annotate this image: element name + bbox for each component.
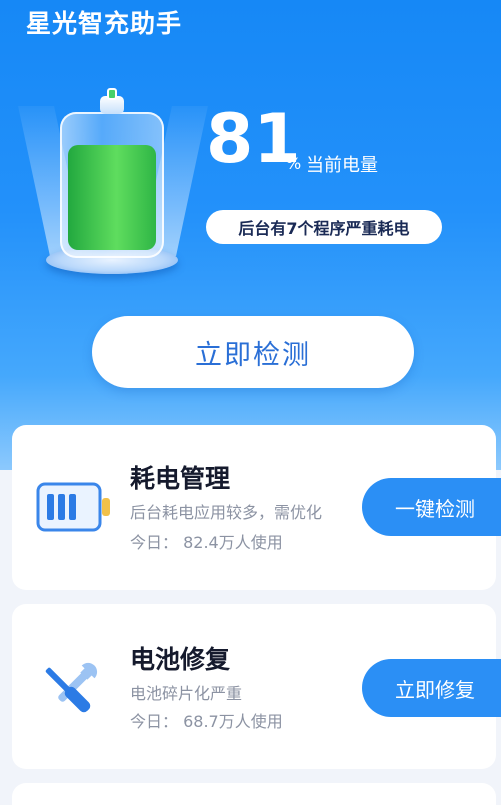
battery-level-fill <box>68 144 156 250</box>
usage-value: 68.7万人使用 <box>183 712 283 731</box>
hero-panel: 星光智充助手 81 % 当前电量 后台有7个程序严重耗电 立即检测 <box>0 0 501 470</box>
app-title: 星光智充助手 <box>26 9 183 38</box>
one-click-detect-button[interactable]: 一键检测 <box>362 478 501 536</box>
usage-value: 82.4万人使用 <box>183 533 283 552</box>
wrench-screwdriver-icon <box>36 658 102 728</box>
battery-icon <box>36 481 114 537</box>
power-management-card[interactable]: 耗电管理 后台耗电应用较多，需优化 今日： 82.4万人使用 一键检测 <box>12 425 501 590</box>
next-card-partial[interactable] <box>12 783 496 805</box>
card-usage-count: 今日： 82.4万人使用 <box>130 529 283 553</box>
card-usage-count: 今日： 68.7万人使用 <box>130 708 283 732</box>
usage-label: 今日： <box>130 712 179 731</box>
battery-repair-card[interactable]: 电池修复 电池碎片化严重 今日： 68.7万人使用 立即修复 <box>12 604 501 769</box>
card-description: 后台耗电应用较多，需优化 <box>130 503 323 522</box>
card-title: 耗电管理 <box>130 464 231 493</box>
battery-percent-caption: 当前电量 <box>306 155 378 176</box>
battery-terminal-icon <box>107 88 117 100</box>
card-title: 电池修复 <box>130 645 231 674</box>
card-description: 电池碎片化严重 <box>130 684 243 703</box>
repair-now-button[interactable]: 立即修复 <box>362 659 501 717</box>
usage-label: 今日： <box>130 533 179 552</box>
battery-illustration <box>18 86 208 286</box>
battery-percent-unit: % <box>286 154 302 173</box>
detect-now-button[interactable]: 立即检测 <box>92 316 414 388</box>
battery-shell <box>60 112 164 258</box>
background-drain-badge[interactable]: 后台有7个程序严重耗电 <box>206 210 442 244</box>
